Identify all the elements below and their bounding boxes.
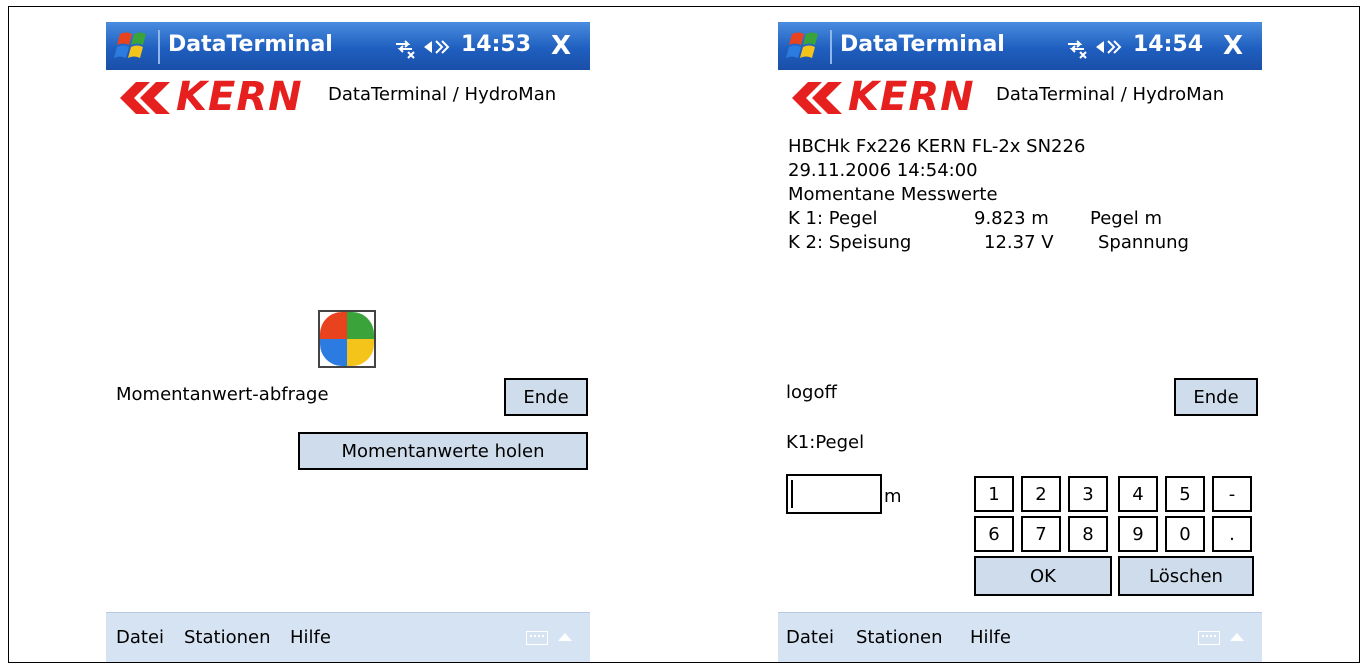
menu-item-stationen[interactable]: Stationen <box>856 627 942 648</box>
delete-button[interactable]: Löschen <box>1118 556 1254 596</box>
keypad-key[interactable]: 1 <box>974 476 1014 512</box>
reading-2-value: 12.37 V <box>984 232 1054 253</box>
program-icon-yellow <box>347 339 374 366</box>
program-icon-red <box>320 312 347 339</box>
windows-flag-icon[interactable] <box>114 30 152 62</box>
reading-1-value: 9.823 m <box>974 208 1049 229</box>
reading-1-desc: Pegel m <box>1090 208 1163 229</box>
program-icon-green <box>347 312 374 339</box>
value-input[interactable] <box>786 474 882 514</box>
menu-bar: Datei Stationen Hilfe <box>106 612 590 662</box>
info-line-timestamp: 29.11.2006 14:54:00 <box>788 160 978 181</box>
query-label: Momentanwert-abfrage <box>116 384 329 405</box>
end-button[interactable]: Ende <box>504 378 588 416</box>
unit-label: m <box>884 486 902 507</box>
clock[interactable]: 14:53 <box>461 32 531 57</box>
input-menu-arrow-icon[interactable] <box>1230 633 1244 641</box>
kern-logo-text: KERN <box>848 74 975 120</box>
input-label: K1:Pegel <box>786 432 865 453</box>
keypad-key[interactable]: . <box>1212 516 1252 552</box>
clock[interactable]: 14:54 <box>1133 32 1203 57</box>
keypad-key[interactable]: 6 <box>974 516 1014 552</box>
app-label: DataTerminal / HydroMan <box>328 84 557 105</box>
menu-item-datei[interactable]: Datei <box>786 627 834 648</box>
windows-flag-icon[interactable] <box>786 30 824 62</box>
keyboard-icon[interactable] <box>526 631 548 645</box>
keypad-key[interactable]: 2 <box>1021 476 1061 512</box>
pda-screen-right: DataTerminal 14:54 X KERN DataTerminal /… <box>778 22 1262 662</box>
menu-item-stationen[interactable]: Stationen <box>184 627 270 648</box>
end-button[interactable]: Ende <box>1174 378 1258 416</box>
kern-logo: KERN <box>114 74 310 120</box>
keypad-key[interactable]: 7 <box>1021 516 1061 552</box>
keypad-key[interactable]: 9 <box>1118 516 1158 552</box>
window-title: DataTerminal <box>840 32 1005 57</box>
kern-logo-text: KERN <box>176 74 303 120</box>
title-separator <box>158 30 160 64</box>
menu-item-hilfe[interactable]: Hilfe <box>970 627 1011 648</box>
close-icon[interactable]: X <box>544 30 578 62</box>
kern-logo: KERN <box>786 74 982 120</box>
kern-chevron-logo-icon <box>120 82 170 114</box>
title-bar: DataTerminal 14:53 X <box>106 22 590 70</box>
info-line-station: HBCHk Fx226 KERN FL-2x SN226 <box>788 136 1086 157</box>
title-separator <box>830 30 832 64</box>
info-line-heading: Momentane Messwerte <box>788 184 998 205</box>
reading-2-desc: Spannung <box>1098 232 1189 253</box>
keyboard-icon[interactable] <box>1198 631 1220 645</box>
menu-bar: Datei Stationen Hilfe <box>778 612 1262 662</box>
connectivity-volume-icons[interactable] <box>394 34 456 60</box>
keypad-key[interactable]: - <box>1212 476 1252 512</box>
keypad-key[interactable]: 4 <box>1118 476 1158 512</box>
kern-chevron-logo-icon <box>792 82 842 114</box>
keypad-key[interactable]: 5 <box>1165 476 1205 512</box>
keypad-key[interactable]: 0 <box>1165 516 1205 552</box>
reading-1-channel: K 1: Pegel <box>788 208 878 229</box>
program-icon[interactable] <box>318 310 376 368</box>
title-bar: DataTerminal 14:54 X <box>778 22 1262 70</box>
keypad-key[interactable]: 3 <box>1068 476 1108 512</box>
reading-2-channel: K 2: Speisung <box>788 232 912 253</box>
menu-item-hilfe[interactable]: Hilfe <box>290 627 331 648</box>
pda-screen-left: DataTerminal 14:53 X KERN DataTerminal /… <box>106 22 590 662</box>
input-menu-arrow-icon[interactable] <box>558 633 572 641</box>
keypad-key[interactable]: 8 <box>1068 516 1108 552</box>
ok-button[interactable]: OK <box>974 556 1112 596</box>
menu-item-datei[interactable]: Datei <box>116 627 164 648</box>
logoff-label: logoff <box>786 382 837 403</box>
app-label: DataTerminal / HydroMan <box>996 84 1225 105</box>
close-icon[interactable]: X <box>1216 30 1250 62</box>
fetch-values-button[interactable]: Momentanwerte holen <box>298 432 588 470</box>
window-title: DataTerminal <box>168 32 333 57</box>
program-icon-blue <box>320 339 347 366</box>
text-caret <box>791 480 793 508</box>
connectivity-volume-icons[interactable] <box>1066 34 1128 60</box>
